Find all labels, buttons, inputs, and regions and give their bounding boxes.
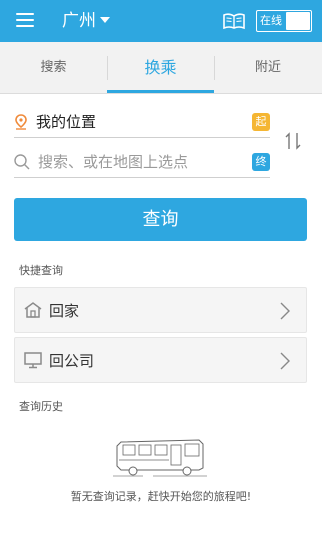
start-location-field[interactable]: 我的位置 起 — [14, 108, 270, 138]
chevron-right-icon — [280, 302, 290, 320]
history-title: 查询历史 — [19, 400, 63, 413]
search-icon — [14, 154, 30, 170]
query-button[interactable]: 查询 — [14, 198, 307, 241]
go-home-item[interactable]: 回家 — [14, 287, 307, 333]
active-tab-indicator — [107, 90, 214, 93]
toggle-knob — [286, 12, 310, 30]
destination-input[interactable] — [38, 151, 246, 173]
tab-transfer[interactable]: 换乘 — [107, 42, 214, 94]
go-home-label: 回家 — [49, 302, 80, 320]
destination-field: 终 — [14, 148, 270, 178]
top-app-bar: 广州 在线 — [0, 0, 322, 42]
city-selector[interactable]: 广州 — [62, 10, 96, 32]
home-icon — [24, 302, 42, 318]
go-company-label: 回公司 — [49, 352, 95, 370]
book-icon[interactable] — [222, 12, 246, 30]
tab-nearby[interactable]: 附近 — [214, 42, 322, 94]
quick-query-title: 快捷查询 — [19, 264, 63, 277]
online-label: 在线 — [260, 14, 282, 27]
menu-icon[interactable] — [16, 13, 34, 27]
chevron-right-icon — [280, 352, 290, 370]
bus-illustration-icon — [113, 439, 207, 477]
caret-down-icon[interactable] — [100, 17, 110, 23]
empty-history-message: 暂无查询记录，赶快开始您的旅程吧! — [70, 490, 252, 503]
location-pin-icon — [15, 114, 27, 130]
computer-icon — [24, 352, 42, 369]
online-mode-toggle[interactable]: 在线 — [256, 10, 312, 32]
mode-tabs: 搜索 换乘 附近 — [0, 42, 322, 94]
swap-icon[interactable] — [282, 130, 304, 152]
start-badge: 起 — [252, 113, 270, 131]
go-company-item[interactable]: 回公司 — [14, 337, 307, 383]
tab-search[interactable]: 搜索 — [0, 42, 107, 94]
start-location-value: 我的位置 — [36, 113, 97, 131]
end-badge: 终 — [252, 153, 270, 171]
